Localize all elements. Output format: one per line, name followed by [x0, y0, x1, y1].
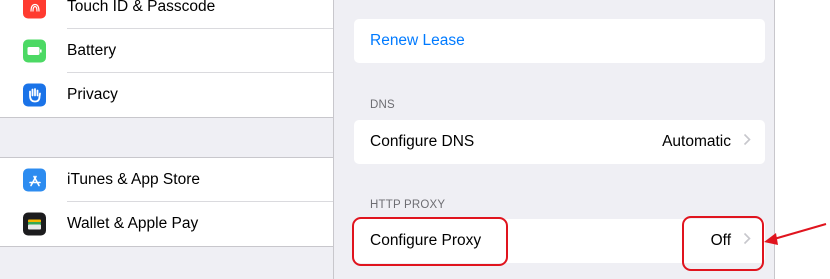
annotation-arrow-icon	[764, 223, 827, 245]
